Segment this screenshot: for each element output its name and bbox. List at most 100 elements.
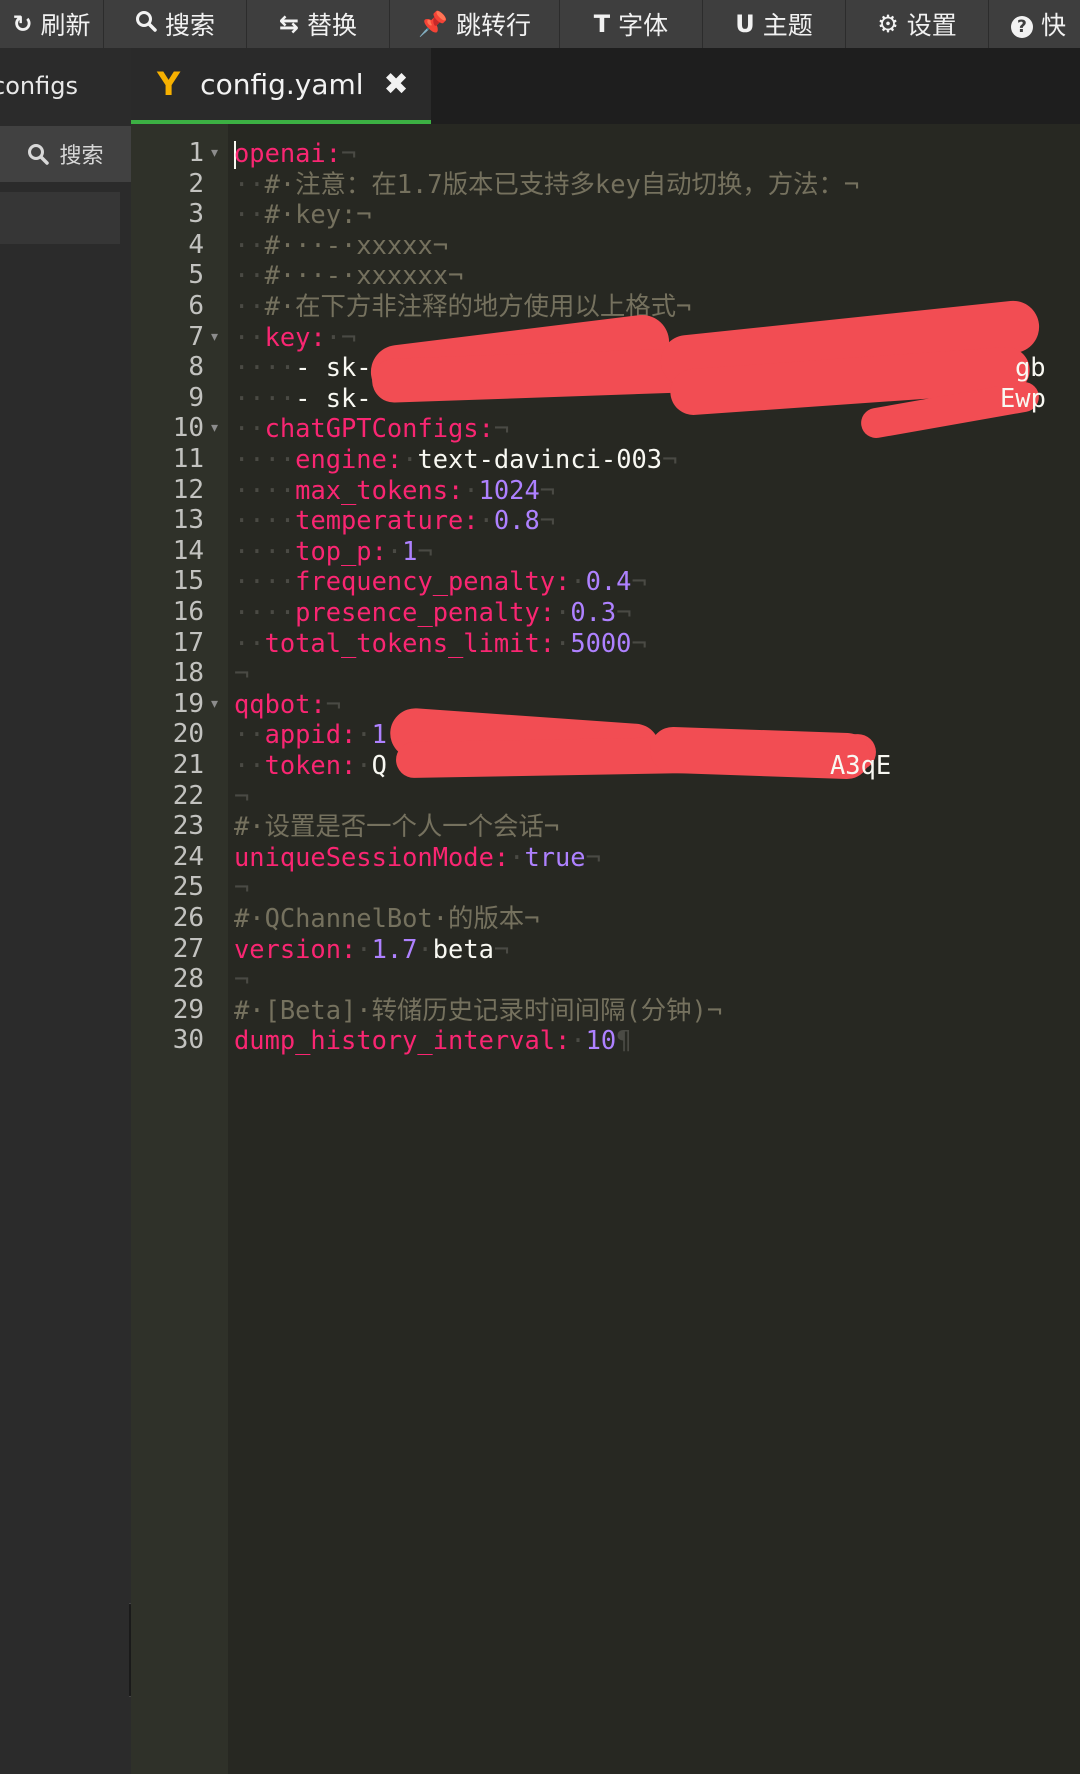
fold-arrow-icon[interactable]: ▾ <box>211 138 218 168</box>
code-token: text-davinci-003 <box>417 444 663 474</box>
code-token: ·· <box>234 719 265 750</box>
code-token: 0.3 <box>570 597 617 627</box>
line-number: 16 <box>172 597 204 627</box>
code-token: ···· <box>234 444 296 474</box>
toolbar-button-magnet[interactable]: U 主题 <box>703 0 846 48</box>
line-number: 2 <box>188 168 204 199</box>
code-token: true <box>524 841 586 872</box>
code-line: #·设置是否一个人一个会话¬ <box>234 811 559 841</box>
toolbar-button-replace[interactable]: ⇆ 替换 <box>247 0 390 48</box>
code-token: · <box>356 750 372 780</box>
sidebar-file-item[interactable] <box>0 192 120 244</box>
line-number: 22 <box>172 780 204 811</box>
code-token: · <box>555 597 571 627</box>
code-token: #···-·xxxxx¬ <box>264 229 449 260</box>
sidebar-search-button[interactable]: 搜索 <box>0 126 131 182</box>
fold-arrow-icon[interactable]: ▾ <box>211 413 218 443</box>
code-token: temperature: <box>295 505 479 536</box>
code-line: qqbot:¬ <box>234 689 341 719</box>
code-token: ¬ <box>493 413 510 444</box>
close-icon[interactable]: ✖ <box>384 67 409 102</box>
toolbar-label: 替换 <box>307 11 358 40</box>
code-line: #·QChannelBot·的版本¬ <box>234 903 539 933</box>
toolbar-button-pin[interactable]: 📌 跳转行 <box>390 0 560 48</box>
line-number: 29 <box>172 994 204 1025</box>
code-token: #···-·xxxxxx¬ <box>264 260 464 291</box>
code-line: ····presence_penalty:·0.3¬ <box>234 597 631 627</box>
code-token: version: <box>234 933 357 964</box>
toolbar-label: 跳转行 <box>455 11 531 40</box>
code-token: 0.4 <box>585 566 632 597</box>
code-token: ¬ <box>493 933 510 964</box>
code-token: appid: <box>264 719 357 750</box>
code-token: engine: <box>295 444 403 474</box>
toolbar-button-search[interactable]: 搜索 <box>104 0 247 48</box>
code-line: #·[Beta]·转储历史记录时间间隔(分钟)¬ <box>234 995 722 1025</box>
line-number: 30 <box>172 1025 204 1056</box>
code-token: 1 <box>402 535 418 566</box>
line-number: 25 <box>172 872 204 903</box>
toolbar-label: 设置 <box>906 11 957 40</box>
code-token: · <box>356 933 372 964</box>
code-token: qqbot: <box>234 688 326 719</box>
line-number: 8 <box>188 352 204 383</box>
code-line: ··key:·¬ <box>234 322 356 352</box>
code-line: ··total_tokens_limit:·5000¬ <box>234 628 647 658</box>
tab-label: config.yaml <box>200 67 364 101</box>
code-token: dump_history_interval: <box>234 1025 571 1056</box>
line-number: 11 <box>172 444 204 474</box>
line-number: 26 <box>172 903 204 933</box>
line-number: 7 <box>188 321 204 352</box>
line-number: 19 <box>172 688 204 719</box>
font-icon: T <box>593 10 611 38</box>
yaml-file-icon: Y <box>157 65 181 103</box>
line-number: 1 <box>188 138 204 168</box>
fold-arrow-icon[interactable]: ▾ <box>211 689 218 719</box>
code-token: ¬ <box>662 444 678 474</box>
code-token: ·· <box>234 168 265 199</box>
magnet-icon: U <box>735 10 755 38</box>
toolbar-label: 字体 <box>618 11 669 40</box>
code-token: uniqueSessionMode: <box>234 841 510 872</box>
tab-config-yaml[interactable]: Y config.yaml ✖ <box>131 48 431 124</box>
refresh-icon: ↻ <box>12 10 33 38</box>
code-line: ····- sk- <box>234 352 372 382</box>
code-token: beta <box>432 933 494 964</box>
folder-name: configs <box>0 72 78 100</box>
line-number: 20 <box>172 719 204 750</box>
code-line: ····- sk- <box>234 383 372 413</box>
fold-arrow-icon[interactable]: ▾ <box>211 322 218 352</box>
code-line: ¬ <box>234 781 249 811</box>
toolbar-button-gear[interactable]: ⚙ 设置 <box>846 0 989 48</box>
gear-icon: ⚙ <box>877 10 899 38</box>
toolbar-button-help[interactable]: ? 快 <box>989 0 1080 48</box>
line-number: 5 <box>188 260 204 291</box>
code-token: #·QChannelBot·的版本¬ <box>234 903 540 933</box>
code-token: #·设置是否一个人一个会话¬ <box>234 811 560 842</box>
code-line: ¬ <box>234 872 249 902</box>
code-line: ····max_tokens:·1024¬ <box>234 475 555 505</box>
code-token: 1.7 <box>371 933 418 964</box>
code-token: ·¬ <box>325 321 357 352</box>
code-token: · <box>555 627 571 658</box>
code-line: ····engine:·text-davinci-003¬ <box>234 444 677 474</box>
toolbar-button-refresh[interactable]: ↻ 刷新 <box>0 0 104 48</box>
line-number: 18 <box>172 658 204 689</box>
folder-path[interactable]: configs <box>0 48 131 124</box>
line-number: 10 <box>172 413 204 444</box>
toolbar-button-font[interactable]: T 字体 <box>560 0 703 48</box>
code-token: · <box>402 444 418 474</box>
file-sidebar: configs 搜索 <box>0 48 131 1774</box>
code-token: ···· <box>234 535 296 566</box>
line-number: 27 <box>172 933 204 964</box>
code-token: ·· <box>234 627 265 658</box>
search-icon <box>135 10 157 38</box>
code-token: - sk- <box>295 382 372 413</box>
code-line: uniqueSessionMode:·true¬ <box>234 842 601 872</box>
line-number: 6 <box>188 291 204 321</box>
line-number: 21 <box>172 750 204 780</box>
pin-icon: 📌 <box>418 10 448 38</box>
code-token: chatGPTConfigs: <box>264 413 494 444</box>
code-token: · <box>463 474 479 505</box>
code-token: frequency_penalty: <box>295 566 571 597</box>
